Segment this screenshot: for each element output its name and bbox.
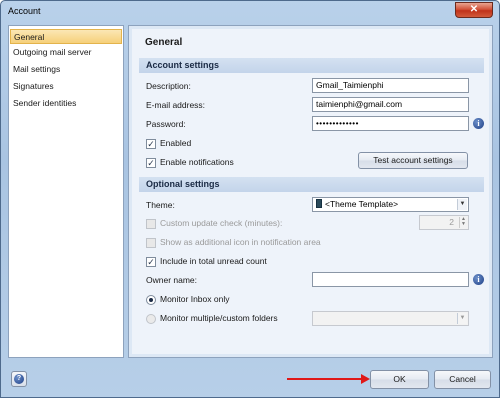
- theme-swatch-icon: [316, 199, 322, 208]
- include-unread-label: Include in total unread count: [160, 256, 267, 266]
- custom-update-minutes-stepper[interactable]: 2 ▲ ▼: [419, 215, 469, 230]
- settings-panel: General Account settings Description: Gm…: [128, 25, 493, 358]
- owner-name-field[interactable]: [312, 272, 469, 287]
- page-title: General: [145, 37, 183, 48]
- custom-update-minutes-value: 2: [449, 217, 454, 227]
- description-label: Description:: [146, 81, 191, 91]
- close-button[interactable]: ✕: [455, 2, 493, 18]
- email-label: E-mail address:: [146, 100, 206, 110]
- owner-name-label: Owner name:: [146, 275, 198, 285]
- sidebar: General Outgoing mail server Mail settin…: [8, 25, 124, 358]
- sidebar-item-signatures[interactable]: Signatures: [10, 79, 122, 94]
- sidebar-item-outgoing-mail-server[interactable]: Outgoing mail server: [10, 45, 122, 60]
- monitor-custom-folders-radio[interactable]: [146, 314, 156, 324]
- notifications-checkbox[interactable]: ✓: [146, 158, 156, 168]
- theme-value: <Theme Template>: [325, 199, 399, 209]
- password-label: Password:: [146, 119, 186, 129]
- enabled-label: Enabled: [160, 138, 192, 148]
- description-field[interactable]: Gmail_Taimienphi: [312, 78, 469, 93]
- help-icon: ?: [14, 374, 24, 384]
- include-unread-checkbox[interactable]: ✓: [146, 257, 156, 267]
- sidebar-item-mail-settings[interactable]: Mail settings: [10, 62, 122, 77]
- title-bar: Account ✕: [1, 1, 499, 23]
- window-title: Account: [8, 6, 41, 16]
- monitor-inbox-radio[interactable]: [146, 295, 156, 305]
- theme-dropdown[interactable]: <Theme Template> ▼: [312, 197, 469, 212]
- section-header-optional-settings: Optional settings: [139, 177, 484, 192]
- enabled-checkbox[interactable]: ✓: [146, 139, 156, 149]
- custom-folders-dropdown[interactable]: ▼: [312, 311, 469, 326]
- spinner-arrows-icon[interactable]: ▲ ▼: [459, 217, 467, 228]
- cancel-button[interactable]: Cancel: [434, 370, 491, 389]
- monitor-inbox-label: Monitor Inbox only: [160, 294, 230, 304]
- custom-update-check-checkbox[interactable]: [146, 219, 156, 229]
- email-field[interactable]: taimienphi@gmail.com: [312, 97, 469, 112]
- settings-panel-body: General Account settings Description: Gm…: [132, 29, 489, 354]
- help-button[interactable]: ?: [11, 371, 27, 387]
- show-notification-icon-checkbox[interactable]: [146, 238, 156, 248]
- password-field[interactable]: •••••••••••••: [312, 116, 469, 131]
- custom-update-check-label: Custom update check (minutes):: [160, 218, 283, 228]
- account-dialog: Account ✕ General Outgoing mail server M…: [0, 0, 500, 398]
- show-notification-icon-label: Show as additional icon in notification …: [160, 237, 321, 247]
- annotation-arrow-icon: [361, 374, 370, 384]
- chevron-down-icon: ▼: [457, 199, 467, 210]
- test-account-settings-button[interactable]: Test account settings: [358, 152, 468, 169]
- annotation-arrow-line: [287, 378, 363, 380]
- monitor-custom-folders-label: Monitor multiple/custom folders: [160, 313, 278, 323]
- notifications-label: Enable notifications: [160, 157, 234, 167]
- sidebar-item-general[interactable]: General: [10, 29, 122, 44]
- chevron-down-icon: ▼: [457, 313, 467, 324]
- ok-button[interactable]: OK: [370, 370, 429, 389]
- sidebar-item-sender-identities[interactable]: Sender identities: [10, 96, 122, 111]
- section-header-account-settings: Account settings: [139, 58, 484, 73]
- theme-label: Theme:: [146, 200, 175, 210]
- dialog-footer: ? OK Cancel: [1, 361, 499, 397]
- info-icon[interactable]: i: [473, 118, 484, 129]
- info-icon[interactable]: i: [473, 274, 484, 285]
